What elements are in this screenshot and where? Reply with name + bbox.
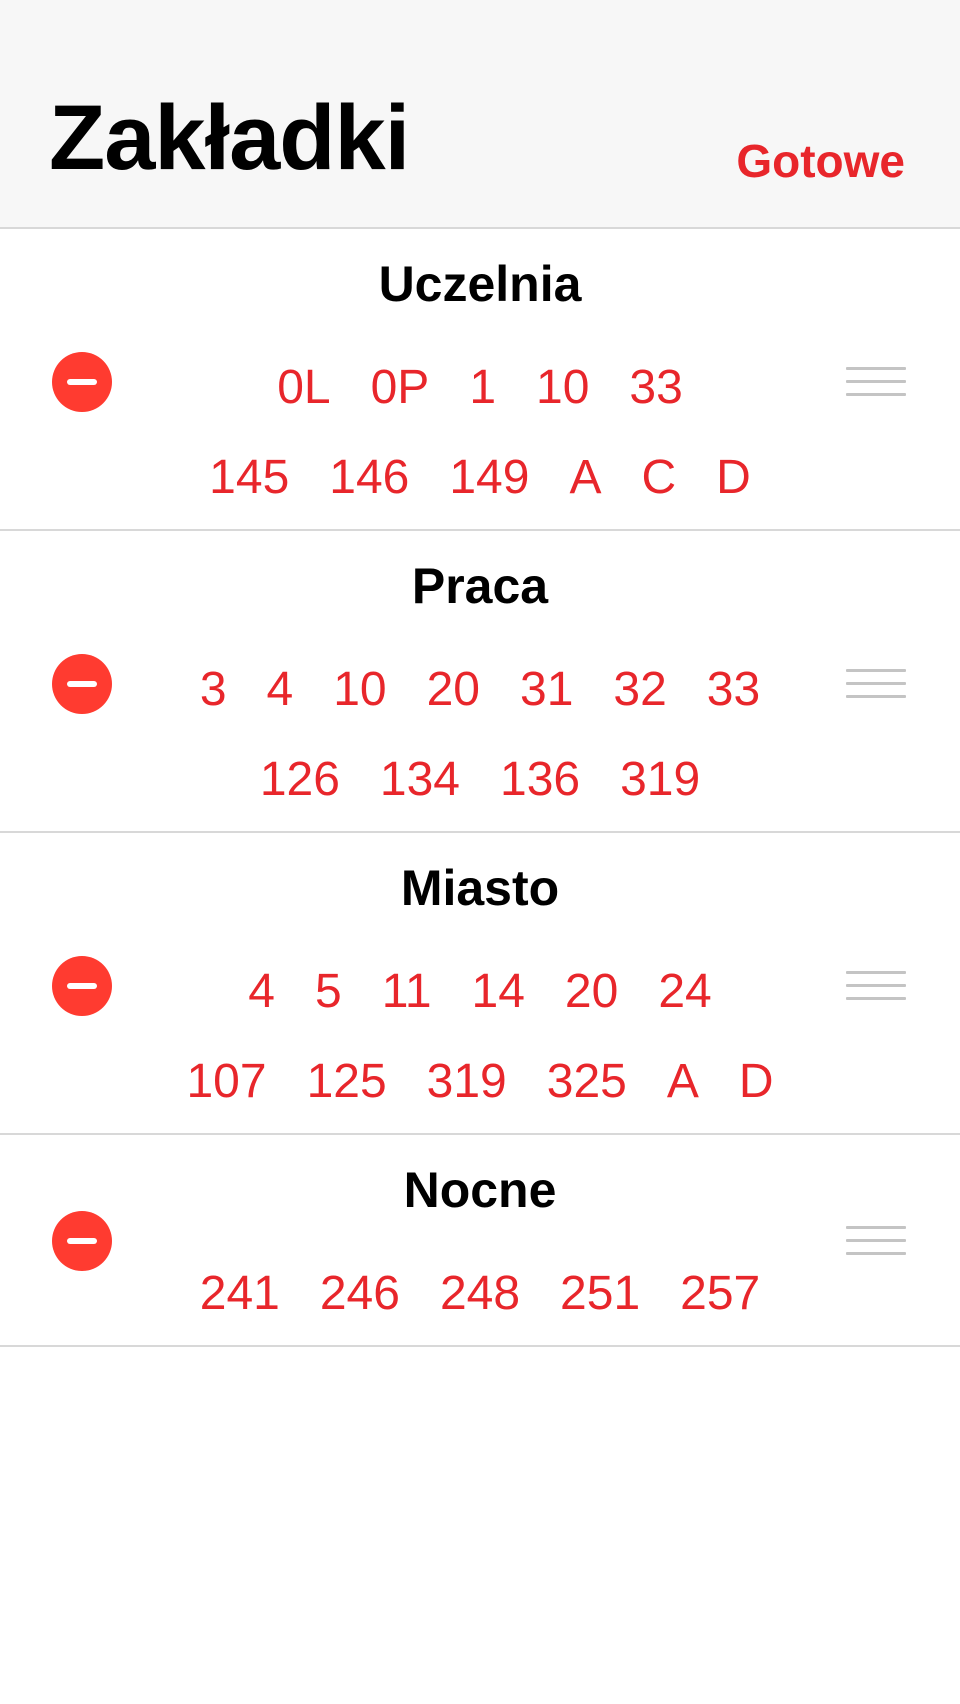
line-number-link[interactable]: 146 <box>329 454 409 502</box>
reorder-handle-icon[interactable] <box>846 367 906 397</box>
line-number-link[interactable]: 325 <box>547 1058 627 1106</box>
line-number-link[interactable]: 149 <box>449 454 529 502</box>
reorder-handle-icon[interactable] <box>846 1226 906 1256</box>
line-number-link[interactable]: D <box>739 1058 774 1106</box>
minus-circle-icon[interactable] <box>52 352 112 412</box>
bookmark-group-row: Praca 3 4 10 20 31 32 33 126 134 136 319 <box>0 531 960 833</box>
minus-glyph <box>67 1238 97 1244</box>
line-numbers: 3 4 10 20 31 32 33 126 134 136 319 <box>150 645 810 825</box>
line-numbers: 4 5 11 14 20 24 107 125 319 325 A D <box>150 947 810 1127</box>
handle-line <box>846 367 906 370</box>
line-number-row: 107 125 319 325 A D <box>150 1037 810 1127</box>
handle-line <box>846 380 906 383</box>
reorder-handle-icon[interactable] <box>846 971 906 1001</box>
line-number-link[interactable]: 136 <box>500 756 580 804</box>
line-number-link[interactable]: 241 <box>200 1270 280 1318</box>
line-number-link[interactable]: 24 <box>658 968 711 1016</box>
handle-line <box>846 971 906 974</box>
line-number-row: 3 4 10 20 31 32 33 <box>150 645 810 735</box>
line-number-link[interactable]: 3 <box>200 666 227 714</box>
handle-line <box>846 393 906 396</box>
line-number-link[interactable]: 126 <box>260 756 340 804</box>
group-title: Miasto <box>400 860 560 916</box>
line-number-link[interactable]: 20 <box>565 968 618 1016</box>
line-number-row: 145 146 149 A C D <box>150 433 810 523</box>
bookmark-group-row: Uczelnia 0L 0P 1 10 33 145 146 149 A C D <box>0 229 960 531</box>
line-number-link[interactable]: 0L <box>277 364 330 412</box>
line-number-row: 4 5 11 14 20 24 <box>150 947 810 1037</box>
line-numbers: 0L 0P 1 10 33 145 146 149 A C D <box>150 343 810 523</box>
group-title: Nocne <box>403 1162 557 1218</box>
line-number-link[interactable]: 4 <box>248 968 275 1016</box>
line-number-row: 126 134 136 319 <box>150 735 810 825</box>
line-number-link[interactable]: 0P <box>371 364 430 412</box>
line-number-link[interactable]: 5 <box>315 968 342 1016</box>
bookmark-list: Uczelnia 0L 0P 1 10 33 145 146 149 A C D Praca 3 4 10 20… <box>0 229 960 1347</box>
line-number-link[interactable]: A <box>667 1058 699 1106</box>
line-number-link[interactable]: 10 <box>536 364 589 412</box>
line-number-link[interactable]: 319 <box>620 756 700 804</box>
group-title: Praca <box>411 558 549 614</box>
minus-circle-icon[interactable] <box>52 1211 112 1271</box>
line-number-row: 241 246 248 251 257 <box>150 1249 810 1339</box>
line-number-link[interactable]: 319 <box>427 1058 507 1106</box>
line-number-link[interactable]: 33 <box>707 666 760 714</box>
reorder-handle-icon[interactable] <box>846 669 906 699</box>
line-numbers: 241 246 248 251 257 <box>150 1249 810 1339</box>
line-number-link[interactable]: A <box>569 454 601 502</box>
line-number-link[interactable]: 251 <box>560 1270 640 1318</box>
line-number-link[interactable]: D <box>716 454 751 502</box>
handle-line <box>846 984 906 987</box>
line-number-link[interactable]: 33 <box>629 364 682 412</box>
handle-line <box>846 695 906 698</box>
minus-circle-icon[interactable] <box>52 956 112 1016</box>
line-number-link[interactable]: 14 <box>472 968 525 1016</box>
line-number-link[interactable]: 10 <box>333 666 386 714</box>
line-number-link[interactable]: 11 <box>382 968 432 1016</box>
bookmark-group-row: Nocne 241 246 248 251 257 <box>0 1135 960 1347</box>
group-title: Uczelnia <box>378 256 582 312</box>
handle-line <box>846 1226 906 1229</box>
line-number-link[interactable]: 257 <box>680 1270 760 1318</box>
line-number-link[interactable]: 246 <box>320 1270 400 1318</box>
line-number-link[interactable]: 4 <box>267 666 294 714</box>
handle-line <box>846 1252 906 1255</box>
handle-line <box>846 1239 906 1242</box>
line-number-row: 0L 0P 1 10 33 <box>150 343 810 433</box>
line-number-link[interactable]: 125 <box>307 1058 387 1106</box>
bookmark-group-row: Miasto 4 5 11 14 20 24 107 125 319 325 A D <box>0 833 960 1135</box>
minus-glyph <box>67 983 97 989</box>
minus-glyph <box>67 379 97 385</box>
handle-line <box>846 682 906 685</box>
line-number-link[interactable]: 20 <box>427 666 480 714</box>
done-button[interactable]: Gotowe <box>736 138 905 184</box>
handle-line <box>846 669 906 672</box>
line-number-link[interactable]: 31 <box>520 666 573 714</box>
minus-circle-icon[interactable] <box>52 654 112 714</box>
line-number-link[interactable]: 145 <box>209 454 289 502</box>
navigation-bar: Zakładki Gotowe <box>0 0 960 229</box>
line-number-link[interactable]: 107 <box>186 1058 266 1106</box>
line-number-link[interactable]: 1 <box>469 364 496 412</box>
line-number-link[interactable]: C <box>641 454 676 502</box>
handle-line <box>846 997 906 1000</box>
minus-glyph <box>67 681 97 687</box>
line-number-link[interactable]: 248 <box>440 1270 520 1318</box>
line-number-link[interactable]: 134 <box>380 756 460 804</box>
page-title: Zakładki <box>49 87 410 189</box>
line-number-link[interactable]: 32 <box>613 666 666 714</box>
